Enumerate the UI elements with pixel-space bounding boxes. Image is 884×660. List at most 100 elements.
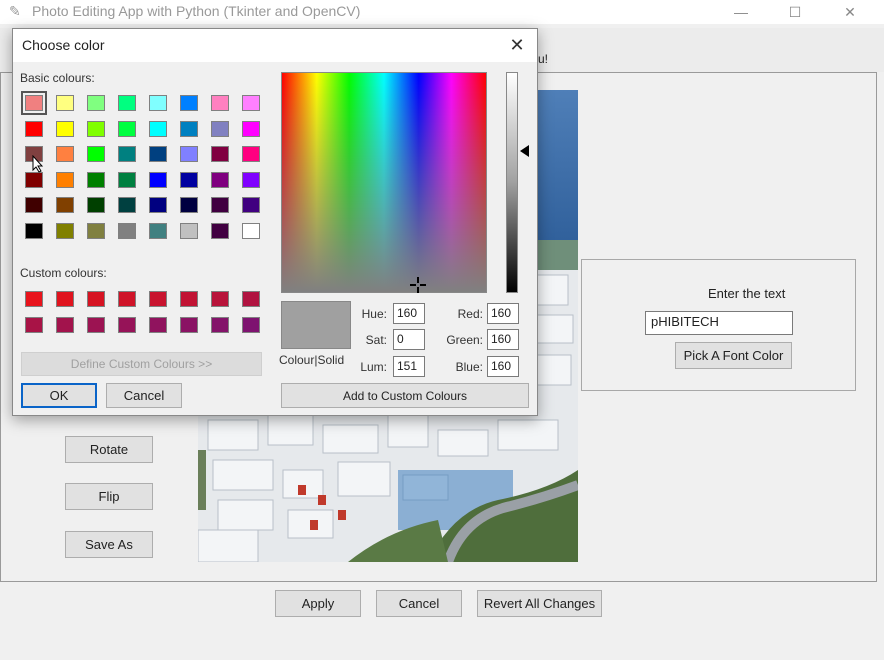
basic-colour-swatch[interactable] [149, 120, 167, 137]
rotate-button[interactable]: Rotate [65, 436, 153, 463]
basic-colour-swatch[interactable] [56, 197, 74, 213]
basic-colour-swatch[interactable] [149, 222, 167, 239]
basic-colour-swatch[interactable] [211, 146, 229, 162]
save-as-button[interactable]: Save As [65, 531, 153, 558]
dialog-title: Choose color [22, 37, 105, 53]
minimize-button[interactable]: — [718, 0, 764, 24]
basic-colour-swatch[interactable] [87, 222, 105, 239]
basic-colour-swatch[interactable] [180, 95, 198, 111]
basic-colour-swatch[interactable] [56, 171, 74, 188]
revert-all-changes-button[interactable]: Revert All Changes [477, 590, 602, 617]
basic-colour-swatch[interactable] [242, 171, 260, 188]
blue-field[interactable]: 160 [487, 356, 519, 377]
basic-colour-swatch[interactable] [242, 197, 260, 213]
basic-colour-swatch[interactable] [242, 120, 260, 137]
basic-colour-swatch[interactable] [180, 222, 198, 239]
choose-color-dialog: Choose color ✕ Basic colours: Custom col… [12, 28, 538, 416]
basic-colour-swatch[interactable] [56, 120, 74, 137]
custom-colour-swatch[interactable] [211, 317, 229, 333]
ok-button[interactable]: OK [21, 383, 97, 408]
add-to-custom-colours-button[interactable]: Add to Custom Colours [281, 383, 529, 408]
apply-button[interactable]: Apply [275, 590, 361, 617]
crosshair-icon [410, 277, 426, 293]
basic-colour-swatch[interactable] [211, 222, 229, 239]
custom-colour-swatch[interactable] [211, 291, 229, 307]
basic-colour-swatch[interactable] [180, 146, 198, 162]
basic-colour-swatch[interactable] [180, 197, 198, 213]
maximize-button[interactable]: ☐ [772, 0, 818, 24]
custom-colour-swatch[interactable] [25, 291, 43, 307]
dialog-close-icon[interactable]: ✕ [503, 33, 531, 57]
basic-colour-swatch[interactable] [56, 146, 74, 162]
basic-colour-swatch[interactable] [180, 120, 198, 137]
custom-colour-swatch[interactable] [149, 291, 167, 307]
tab-label-fragment: u! [538, 52, 549, 66]
basic-colour-swatch[interactable] [149, 197, 167, 213]
custom-colour-swatch[interactable] [149, 317, 167, 333]
custom-colour-swatch[interactable] [25, 317, 43, 333]
basic-colour-swatch[interactable] [180, 171, 198, 188]
main-titlebar: ✎ Photo Editing App with Python (Tkinter… [0, 0, 884, 24]
custom-colour-swatch[interactable] [242, 317, 260, 333]
custom-colour-swatch[interactable] [180, 291, 198, 307]
hue-field[interactable]: 160 [393, 303, 425, 324]
custom-colour-swatch[interactable] [180, 317, 198, 333]
sat-label: Sat: [365, 333, 387, 347]
cancel-button[interactable]: Cancel [376, 590, 462, 617]
basic-colour-swatch[interactable] [21, 91, 47, 115]
basic-colour-swatch[interactable] [25, 222, 43, 239]
lum-field[interactable]: 151 [393, 356, 425, 377]
custom-colour-swatch[interactable] [56, 291, 74, 307]
custom-colour-swatch[interactable] [87, 291, 105, 307]
sat-field[interactable]: 0 [393, 329, 425, 350]
flip-button[interactable]: Flip [65, 483, 153, 510]
basic-colour-swatch[interactable] [25, 120, 43, 137]
red-field[interactable]: 160 [487, 303, 519, 324]
basic-colour-swatch[interactable] [56, 95, 74, 111]
custom-colour-swatch[interactable] [118, 317, 136, 333]
basic-colour-swatch[interactable] [118, 120, 136, 137]
basic-colour-swatch[interactable] [211, 197, 229, 213]
colour-solid-label: Colour|Solid [279, 353, 345, 367]
basic-colour-swatch[interactable] [242, 222, 260, 239]
pick-font-color-button[interactable]: Pick A Font Color [675, 342, 792, 369]
basic-colour-swatch[interactable] [25, 171, 43, 188]
custom-colour-swatch[interactable] [87, 317, 105, 333]
basic-colour-swatch[interactable] [211, 95, 229, 111]
basic-colour-swatch[interactable] [242, 95, 260, 111]
basic-colour-swatch[interactable] [118, 222, 136, 239]
basic-colour-swatch[interactable] [25, 197, 43, 213]
basic-colour-swatch[interactable] [118, 197, 136, 213]
custom-colour-swatch[interactable] [56, 317, 74, 333]
basic-colour-swatch[interactable] [149, 171, 167, 188]
custom-colours-label: Custom colours: [20, 266, 107, 280]
close-button[interactable]: ✕ [827, 0, 873, 24]
text-input[interactable]: pHIBITECH [645, 311, 793, 335]
basic-colour-swatch[interactable] [118, 171, 136, 188]
basic-colour-swatch[interactable] [149, 95, 167, 111]
dialog-cancel-button[interactable]: Cancel [106, 383, 182, 408]
basic-colour-swatch[interactable] [211, 120, 229, 137]
hue-label: Hue: [361, 307, 387, 321]
basic-colour-swatch[interactable] [242, 146, 260, 162]
luminance-arrow-icon[interactable] [520, 145, 529, 157]
basic-colour-swatch[interactable] [211, 171, 229, 188]
custom-colour-swatch[interactable] [118, 291, 136, 307]
basic-colour-swatch[interactable] [87, 95, 105, 111]
basic-colour-swatch[interactable] [118, 95, 136, 111]
basic-colour-swatch[interactable] [149, 146, 167, 162]
define-custom-colours-button[interactable]: Define Custom Colours >> [21, 352, 262, 376]
mouse-cursor-icon [32, 155, 44, 173]
basic-colour-swatch[interactable] [87, 197, 105, 213]
basic-colour-swatch[interactable] [87, 171, 105, 188]
basic-colour-swatch[interactable] [118, 146, 136, 162]
basic-colour-swatch[interactable] [56, 222, 74, 239]
basic-colours-label: Basic colours: [20, 71, 95, 85]
green-field[interactable]: 160 [487, 329, 519, 350]
color-spectrum[interactable] [281, 72, 487, 293]
luminance-slider[interactable] [506, 72, 518, 293]
red-label: Red: [457, 307, 483, 321]
basic-colour-swatch[interactable] [87, 146, 105, 162]
basic-colour-swatch[interactable] [87, 120, 105, 137]
custom-colour-swatch[interactable] [242, 291, 260, 307]
